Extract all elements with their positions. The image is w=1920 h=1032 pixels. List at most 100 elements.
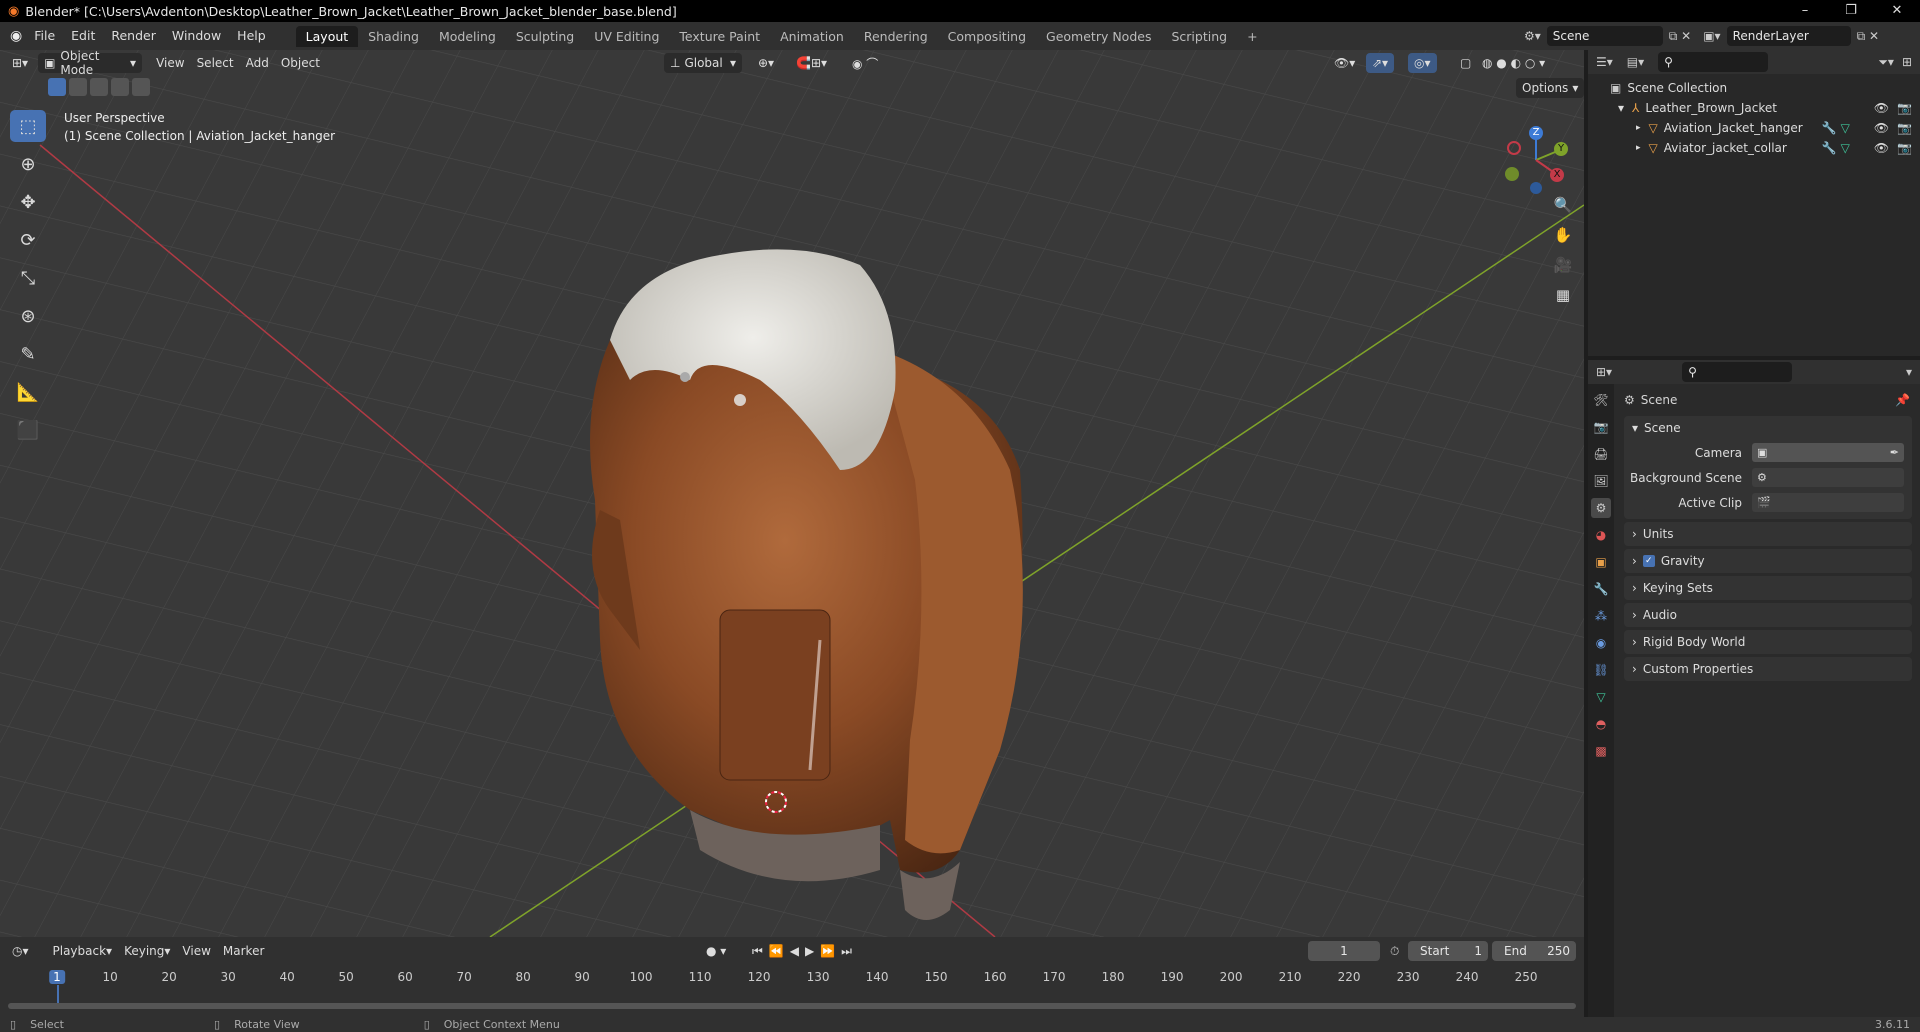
marker-menu[interactable]: Marker: [217, 941, 270, 961]
camera-field[interactable]: ▣ ✒: [1752, 443, 1904, 462]
new-view-layer-icon[interactable]: ⧉ ✕: [1857, 29, 1879, 44]
playback-controls[interactable]: ⏮⏪◀▶⏩⏭: [746, 941, 864, 961]
render-camera-icon[interactable]: 📷: [1897, 141, 1912, 155]
outliner-row-object[interactable]: ▸ ▽ Aviation_Jacket_hanger 🔧 ▽ 👁 📷: [1588, 118, 1920, 138]
move-tool-icon[interactable]: ✥: [10, 186, 46, 218]
select-menu[interactable]: Select: [191, 53, 240, 73]
camera-view-icon[interactable]: 🎥: [1550, 252, 1576, 278]
new-scene-icon[interactable]: ⧉ ✕: [1669, 29, 1691, 44]
scale-tool-icon[interactable]: ⤡: [10, 262, 46, 294]
outliner-row-collection[interactable]: ▾ ⅄ Leather_Brown_Jacket 👁 📷: [1588, 98, 1920, 118]
current-frame-field[interactable]: 1: [1308, 941, 1380, 961]
zoom-icon[interactable]: 🔍: [1550, 192, 1576, 218]
select-new-icon[interactable]: [48, 78, 66, 96]
timeline-view-menu[interactable]: View: [176, 941, 216, 961]
xray-icon[interactable]: ▢: [1454, 53, 1477, 73]
material-tab-icon[interactable]: ◓: [1591, 714, 1611, 734]
record-keyframe-icon[interactable]: ● ▾: [700, 941, 732, 961]
mode-selector[interactable]: ▣ Object Mode ▾: [38, 49, 143, 77]
scene-panel-header[interactable]: ▾ Scene: [1624, 416, 1912, 440]
navigation-gizmo[interactable]: Z Y X: [1498, 118, 1578, 198]
perspective-toggle-icon[interactable]: ▦: [1550, 282, 1576, 308]
background-scene-field[interactable]: ⚙: [1752, 468, 1904, 487]
data-tab-icon[interactable]: ▽: [1591, 687, 1611, 707]
tab-scripting[interactable]: Scripting: [1161, 26, 1237, 47]
menu-edit[interactable]: Edit: [63, 22, 103, 50]
add-menu[interactable]: Add: [240, 53, 275, 73]
view-layer-selector[interactable]: RenderLayer: [1726, 26, 1851, 46]
gizmos-toggle-icon[interactable]: ⇗▾: [1366, 53, 1395, 73]
select-intersect-icon[interactable]: [132, 78, 150, 96]
add-cube-tool-icon[interactable]: ⬛: [10, 414, 46, 446]
scene-selector[interactable]: Scene: [1546, 26, 1663, 46]
outliner-row-object[interactable]: ▸ ▽ Aviator_jacket_collar 🔧 ▽ 👁 📷: [1588, 138, 1920, 158]
menu-render[interactable]: Render: [103, 22, 164, 50]
tab-sculpting[interactable]: Sculpting: [506, 26, 584, 47]
editor-type-icon[interactable]: ⊞▾: [6, 53, 34, 73]
texture-tab-icon[interactable]: ▩: [1591, 741, 1611, 761]
rigid-body-world-panel[interactable]: › Rigid Body World: [1624, 630, 1912, 654]
outliner-row-scene-collection[interactable]: ▣ Scene Collection: [1588, 78, 1920, 98]
end-frame-field[interactable]: End 250: [1492, 941, 1576, 961]
tab-texture-paint[interactable]: Texture Paint: [669, 26, 770, 47]
options-button[interactable]: Options ▾: [1516, 78, 1585, 98]
cursor-tool-icon[interactable]: ⊕: [10, 148, 46, 180]
select-box-tool-icon[interactable]: ⬚: [10, 110, 46, 142]
tab-layout[interactable]: Layout: [295, 25, 359, 47]
select-subtract-icon[interactable]: [90, 78, 108, 96]
units-panel[interactable]: › Units: [1624, 522, 1912, 546]
outliner-search-input[interactable]: ⚲: [1658, 52, 1769, 72]
visibility-icon[interactable]: 👁▾: [1328, 53, 1361, 73]
properties-editor-type-icon[interactable]: ⊞▾: [1596, 365, 1612, 379]
eye-icon[interactable]: 👁: [1874, 101, 1889, 115]
tab-geometry-nodes[interactable]: Geometry Nodes: [1036, 26, 1161, 47]
new-collection-icon[interactable]: ⊞: [1902, 55, 1912, 69]
transform-orientation[interactable]: ⊥ Global ▾: [664, 53, 742, 73]
render-camera-icon[interactable]: 📷: [1897, 101, 1912, 115]
close-button[interactable]: ✕: [1874, 0, 1920, 22]
tab-compositing[interactable]: Compositing: [938, 26, 1036, 47]
select-extend-icon[interactable]: [69, 78, 87, 96]
pin-icon[interactable]: 📌: [1895, 393, 1910, 407]
overlays-toggle-icon[interactable]: ◎▾: [1408, 53, 1437, 73]
pan-hand-icon[interactable]: ✋: [1550, 222, 1576, 248]
proportional-edit-icon[interactable]: ◉ ⌒: [846, 53, 884, 73]
keying-menu[interactable]: Keying ▾: [118, 941, 176, 961]
keying-sets-panel[interactable]: › Keying Sets: [1624, 576, 1912, 600]
annotate-tool-icon[interactable]: ✎: [10, 338, 46, 370]
render-camera-icon[interactable]: 📷: [1897, 121, 1912, 135]
select-invert-icon[interactable]: [111, 78, 129, 96]
measure-tool-icon[interactable]: 📐: [10, 376, 46, 408]
pivot-point-icon[interactable]: ⊕▾: [752, 53, 780, 73]
view-menu[interactable]: View: [150, 53, 190, 73]
tab-animation[interactable]: Animation: [770, 26, 854, 47]
tab-rendering[interactable]: Rendering: [854, 26, 938, 47]
eye-icon[interactable]: 👁: [1874, 141, 1889, 155]
eye-icon[interactable]: 👁: [1874, 121, 1889, 135]
gravity-panel[interactable]: › ✓ Gravity: [1624, 549, 1912, 573]
properties-search-input[interactable]: ⚲: [1682, 362, 1793, 382]
filter-icon[interactable]: ⏷▾: [1878, 55, 1894, 70]
gravity-checkbox[interactable]: ✓: [1642, 555, 1655, 567]
playback-menu[interactable]: Playback ▾: [47, 941, 119, 961]
snap-icon[interactable]: 🧲⊞▾: [790, 53, 833, 73]
transform-tool-icon[interactable]: ⊛: [10, 300, 46, 332]
gizmo-z-label[interactable]: Z: [1529, 126, 1543, 140]
preview-range-icon[interactable]: ⏱: [1390, 944, 1399, 959]
active-clip-field[interactable]: 🎬: [1752, 493, 1904, 512]
outliner-editor-type-icon[interactable]: ☰▾: [1596, 55, 1613, 69]
shading-modes-icon[interactable]: ◍ ● ◐ ○ ▾: [1476, 53, 1551, 73]
display-mode-icon[interactable]: ▤▾: [1627, 55, 1644, 69]
expand-arrow-icon[interactable]: ▾: [1618, 101, 1624, 115]
start-frame-field[interactable]: Start 1: [1408, 941, 1488, 961]
collapse-arrow-icon[interactable]: ▸: [1636, 123, 1641, 133]
minimize-button[interactable]: –: [1782, 0, 1828, 22]
tab-shading[interactable]: Shading: [358, 26, 429, 47]
audio-panel[interactable]: › Audio: [1624, 603, 1912, 627]
custom-properties-panel[interactable]: › Custom Properties: [1624, 657, 1912, 681]
collapse-arrow-icon[interactable]: ▸: [1636, 143, 1641, 153]
gizmo-x-label[interactable]: X: [1550, 168, 1564, 182]
rotate-tool-icon[interactable]: ⟳: [10, 224, 46, 256]
menu-file[interactable]: File: [26, 22, 63, 50]
object-menu[interactable]: Object: [275, 53, 326, 73]
